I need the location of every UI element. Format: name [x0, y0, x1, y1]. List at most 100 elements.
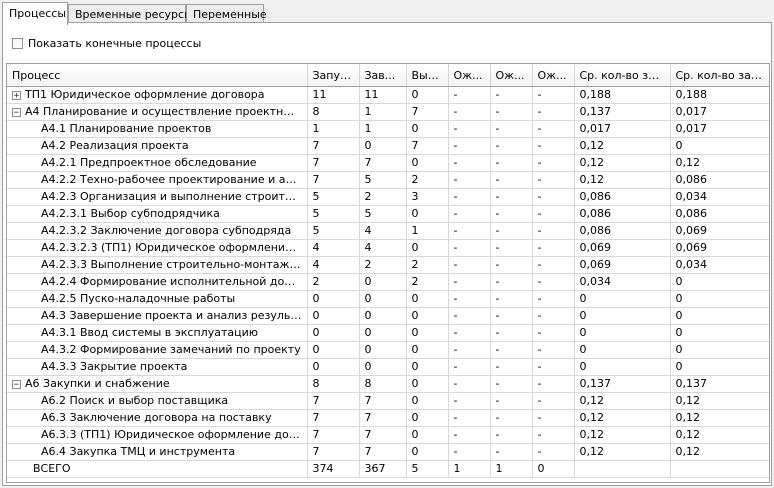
process-name-cell: А4.2.3 Организация и выполнение строител… [7, 188, 308, 206]
cell-waiting-1: - [448, 358, 491, 376]
process-name-cell: А6.3 Заключение договора на поставку [7, 409, 308, 427]
cell-avg-finished: 0 [670, 290, 769, 308]
cell-waiting-2: - [490, 120, 533, 138]
table-row[interactable]: А4.3.2 Формирование замечаний по проекту… [7, 341, 769, 359]
table-row[interactable]: − А4 Планирование и осуществление проектн… [7, 103, 769, 121]
process-name-cell: А4.2.5 Пуско-наладочные работы [7, 290, 308, 308]
cell-started: 5 [307, 222, 360, 240]
process-name: А4.2.4 Формирование исполнительной докум… [41, 275, 302, 288]
cell-started: 4 [307, 239, 360, 257]
col-header-waiting-2[interactable]: Ож... [490, 64, 533, 87]
cell-avg-started: 0,086 [574, 188, 671, 206]
cell-running: 0 [406, 426, 449, 444]
cell-waiting-1: - [448, 205, 491, 223]
cell-waiting-2: - [490, 307, 533, 325]
show-final-processes-option[interactable]: Показать конечные процессы [12, 36, 201, 50]
process-name-cell: А4.2.1 Предпроектное обследование [7, 154, 308, 172]
table-row[interactable]: А4.3.3 Закрытие проекта 0 0 0- - -0 0 [7, 358, 769, 376]
cell-started: 8 [307, 375, 360, 393]
cell-waiting-1: - [448, 188, 491, 206]
cell-running: 7 [406, 137, 449, 155]
cell-waiting-2: - [490, 341, 533, 359]
cell-waiting-3: - [532, 256, 575, 274]
tab-time-resources[interactable]: Временные ресурсы [68, 4, 193, 23]
cell-waiting-2: - [490, 188, 533, 206]
table-row[interactable]: А4.3 Завершение проекта и анализ результ… [7, 307, 769, 325]
col-header-waiting-1[interactable]: Ож... [448, 64, 491, 87]
cell-avg-started: 0,086 [574, 205, 671, 223]
table-row[interactable]: А4.2.3.2 Заключение договора субподряда 5… [7, 222, 769, 240]
cell-avg-started: 0,188 [574, 86, 671, 104]
process-name-cell: − А6 Закупки и снабжение [7, 375, 308, 393]
collapse-icon[interactable]: − [12, 107, 21, 117]
cell-started: 374 [307, 460, 360, 478]
cell-running: 0 [406, 324, 449, 342]
col-header-avg-started[interactable]: Ср. кол-во зап... [574, 64, 671, 87]
table-row[interactable]: − А6 Закупки и снабжение 8 8 0- - -0,137 0,137 [7, 375, 769, 393]
process-name: А6.3.3 (ТП1) Юридическое оформление дого… [41, 428, 302, 441]
cell-avg-finished: 0,12 [670, 443, 769, 461]
table-row[interactable]: А4.2.3 Организация и выполнение строител… [7, 188, 769, 206]
cell-waiting-1: - [448, 256, 491, 274]
total-row[interactable]: ВСЕГО 374 367 5 1 1 0 [7, 460, 769, 478]
cell-running: 0 [406, 358, 449, 376]
show-final-processes-checkbox[interactable] [12, 37, 23, 49]
cell-finished: 4 [359, 222, 407, 240]
cell-avg-started: 0,12 [574, 443, 671, 461]
cell-running: 0 [406, 375, 449, 393]
tab-processes[interactable]: Процессы [2, 2, 68, 25]
col-header-process[interactable]: Процесс [7, 64, 308, 87]
table-row[interactable]: А4.2.2 Техно-рабочее проектирование и ан… [7, 171, 769, 189]
cell-finished: 0 [359, 290, 407, 308]
col-header-avg-finished[interactable]: Ср. кол-во зав... [670, 64, 769, 87]
table-row[interactable]: + ТП1 Юридическое оформление договора 11 11… [7, 86, 769, 104]
cell-finished: 0 [359, 341, 407, 359]
cell-running: 0 [406, 409, 449, 427]
process-name-cell: + ТП1 Юридическое оформление договора [7, 86, 308, 104]
process-name: А4 Планирование и осуществление проектны… [25, 105, 302, 118]
processes-panel: Показать конечные процессы Процесс Запущ… [2, 22, 772, 486]
table-row[interactable]: А6.3 Заключение договора на поставку 7 7 0-… [7, 409, 769, 427]
col-header-finished[interactable]: Зав... [359, 64, 407, 87]
cell-waiting-3: - [532, 86, 575, 104]
table-row[interactable]: А4.2.3.1 Выбор субподрядчика 5 5 0- - -0,086 0… [7, 205, 769, 223]
table-row[interactable]: А6.3.3 (ТП1) Юридическое оформление дого… [7, 426, 769, 444]
table-row[interactable]: А4.2.3.2.3 (ТП1) Юридическое оформление … [7, 239, 769, 257]
col-header-started[interactable]: Запущ... [307, 64, 360, 87]
table-row[interactable]: А6.2 Поиск и выбор поставщика 7 7 0- - -0,12 0… [7, 392, 769, 410]
col-header-running[interactable]: Вып... [406, 64, 449, 87]
cell-waiting-3: - [532, 120, 575, 138]
table-row[interactable]: А4.2.4 Формирование исполнительной докум… [7, 273, 769, 291]
table-row[interactable]: А4.2.5 Пуско-наладочные работы 0 0 0- - -0 0 [7, 290, 769, 308]
cell-started: 0 [307, 341, 360, 359]
table-row[interactable]: А6.4 Закупка ТМЦ и инструмента 7 7 0- - -0,12… [7, 443, 769, 461]
cell-avg-finished: 0,034 [670, 188, 769, 206]
cell-avg-started: 0 [574, 290, 671, 308]
cell-finished: 0 [359, 324, 407, 342]
expand-icon[interactable]: + [12, 90, 21, 100]
process-name: А4.1 Планирование проектов [41, 122, 212, 135]
grid-header-row: Процесс Запущ... Зав... Вып... Ож... Ож.… [7, 64, 769, 87]
cell-finished: 0 [359, 307, 407, 325]
cell-waiting-3: - [532, 375, 575, 393]
cell-running: 0 [406, 120, 449, 138]
table-row[interactable]: А4.3.1 Ввод системы в эксплуатацию 0 0 0- - -… [7, 324, 769, 342]
table-row[interactable]: А4.2.1 Предпроектное обследование 7 7 0- - -0… [7, 154, 769, 172]
collapse-icon[interactable]: − [12, 379, 21, 389]
tab-variables[interactable]: Переменные [186, 4, 267, 23]
cell-finished: 0 [359, 137, 407, 155]
table-row[interactable]: А4.2.3.3 Выполнение строительно-монтажны… [7, 256, 769, 274]
processes-grid[interactable]: Процесс Запущ... Зав... Вып... Ож... Ож.… [6, 63, 770, 483]
cell-avg-finished: 0,017 [670, 103, 769, 121]
table-row[interactable]: А4.1 Планирование проектов 1 1 0- - -0,017 0,0… [7, 120, 769, 138]
cell-waiting-1: - [448, 171, 491, 189]
process-name-cell: А4.2.4 Формирование исполнительной докум… [7, 273, 308, 291]
cell-running: 0 [406, 341, 449, 359]
cell-waiting-1: - [448, 341, 491, 359]
col-header-waiting-3[interactable]: Ож... [532, 64, 575, 87]
table-row[interactable]: А4.2 Реализация проекта 7 0 7- - -0,12 0 [7, 137, 769, 155]
cell-waiting-3: - [532, 137, 575, 155]
cell-avg-finished: 0 [670, 358, 769, 376]
process-name-cell: А6.2 Поиск и выбор поставщика [7, 392, 308, 410]
cell-avg-started: 0,12 [574, 154, 671, 172]
